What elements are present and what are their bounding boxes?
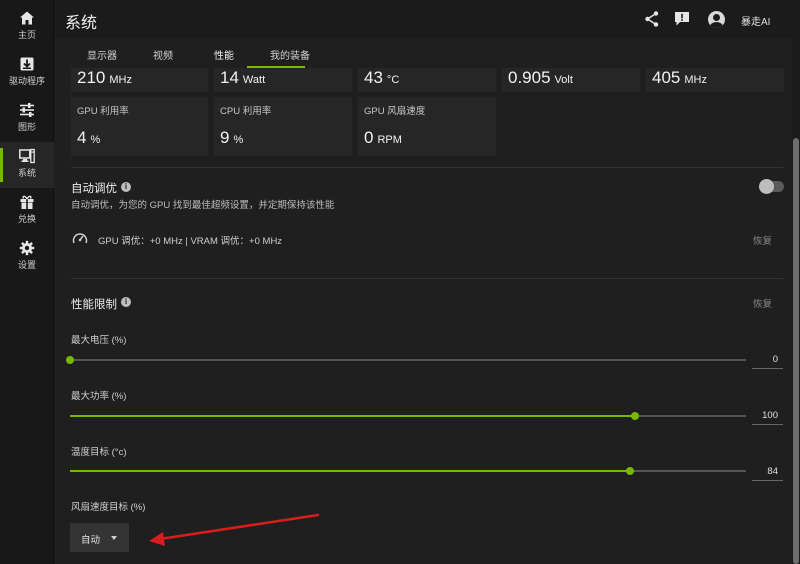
section-divider <box>71 167 783 168</box>
metric-card: 0.905 Volt <box>502 68 640 92</box>
metric-card: 43 °C <box>358 68 496 92</box>
tab-video[interactable]: 视频 <box>153 47 173 62</box>
auto-tune-title: 自动调优 <box>71 183 117 195</box>
metric-card: 14 Watt <box>214 68 352 92</box>
slider-thumb[interactable] <box>66 356 74 364</box>
max-voltage-slider[interactable] <box>66 356 746 364</box>
tab-performance[interactable]: 性能 <box>214 47 234 62</box>
sidebar-item-label: 主页 <box>17 30 36 40</box>
slider-thumb[interactable] <box>631 412 639 420</box>
monitor-icon <box>19 148 35 164</box>
username[interactable]: 暴走AI <box>741 13 770 28</box>
home-icon <box>20 11 34 25</box>
perf-limits-title: 性能限制 <box>71 299 117 311</box>
metric-card: 405 MHz <box>646 68 784 92</box>
perf-limits-restore-button[interactable]: 恢复 <box>753 296 772 310</box>
info-icon[interactable]: i <box>121 297 131 307</box>
tab-display[interactable]: 显示器 <box>87 47 117 62</box>
auto-tune-status: GPU 调优：+0 MHz | VRAM 调优：+0 MHz <box>98 236 283 247</box>
sidebar: 主页 驱动程序 图形 系统 兑换 设置 <box>0 0 54 564</box>
auto-tune-toggle[interactable] <box>759 179 784 194</box>
metric-card-gpu-util: GPU 利用率 4% <box>71 97 208 156</box>
download-icon <box>20 57 34 71</box>
fan-target-selected: 自动 <box>81 535 101 546</box>
metric-value: 210 MHz <box>77 68 132 87</box>
slider-fill <box>70 415 635 417</box>
sidebar-item-label: 图形 <box>17 122 36 132</box>
speedometer-icon <box>72 233 88 244</box>
metric-label: GPU 利用率 <box>77 106 129 117</box>
metric-card-gpu-fan: GPU 风扇速度 0 RPM <box>358 97 496 156</box>
avatar[interactable] <box>708 11 725 28</box>
max-power-value[interactable]: 100 <box>752 410 783 425</box>
metric-value: 0 RPM <box>364 128 402 147</box>
metric-card-cpu-util: CPU 利用率 9% <box>214 97 352 156</box>
auto-tune-description: 自动调优，为您的 GPU 找到最佳超频设置，并定期保持该性能 <box>71 200 335 211</box>
temp-target-label: 温度目标 (°c) <box>71 447 127 458</box>
gear-icon <box>19 240 35 256</box>
app-window: 主页 驱动程序 图形 系统 兑换 设置 系统 暴走AI 显示器 视频 性能 我的… <box>0 0 800 564</box>
tab-my-rig[interactable]: 我的装备 <box>270 47 310 62</box>
max-power-label: 最大功率 (%) <box>71 391 127 402</box>
metric-label: GPU 风扇速度 <box>364 106 426 117</box>
sidebar-item-graphics[interactable]: 图形 <box>0 96 54 142</box>
auto-tune-restore-button[interactable]: 恢复 <box>753 233 772 247</box>
fan-target-label: 风扇速度目标 (%) <box>71 502 146 513</box>
slider-thumb[interactable] <box>626 467 634 475</box>
sliders-icon <box>20 103 34 117</box>
gift-icon <box>20 195 34 209</box>
metric-value: 9% <box>220 128 244 147</box>
sidebar-item-home[interactable]: 主页 <box>0 4 54 50</box>
sidebar-item-label: 驱动程序 <box>8 76 45 86</box>
max-power-slider[interactable] <box>70 412 746 420</box>
scrollbar[interactable] <box>792 38 800 564</box>
toggle-knob <box>759 179 774 194</box>
sidebar-item-drivers[interactable]: 驱动程序 <box>0 50 54 96</box>
chevron-down-icon <box>111 536 117 540</box>
max-voltage-value[interactable]: 0 <box>752 354 783 369</box>
sidebar-item-label: 兑换 <box>17 214 36 224</box>
metric-value: 14 Watt <box>220 68 266 87</box>
sidebar-item-redeem[interactable]: 兑换 <box>0 188 54 234</box>
sidebar-item-settings[interactable]: 设置 <box>0 234 54 280</box>
header: 系统 暴走AI <box>54 0 800 38</box>
metric-value: 4% <box>77 128 101 147</box>
share-icon[interactable] <box>643 10 661 28</box>
sidebar-item-label: 系统 <box>17 168 36 178</box>
page-title: 系统 <box>65 15 98 32</box>
metric-value: 0.905 Volt <box>508 68 573 87</box>
temp-target-value[interactable]: 84 <box>752 466 783 481</box>
tab-bar: 显示器 视频 性能 我的装备 <box>54 38 792 68</box>
metric-value: 43 °C <box>364 68 400 87</box>
metric-card: 210 MHz <box>71 68 208 92</box>
scrollbar-thumb[interactable] <box>793 138 799 564</box>
max-voltage-label: 最大电压 (%) <box>71 335 127 346</box>
metric-label: CPU 利用率 <box>220 106 272 117</box>
feedback-icon[interactable] <box>673 10 691 28</box>
info-icon[interactable]: i <box>121 182 131 192</box>
slider-fill <box>70 470 630 472</box>
sidebar-item-label: 设置 <box>17 260 36 270</box>
metric-value: 405 MHz <box>652 68 707 87</box>
sidebar-item-system[interactable]: 系统 <box>0 142 54 188</box>
section-divider <box>71 278 783 279</box>
temp-target-slider[interactable] <box>70 467 746 475</box>
fan-target-dropdown[interactable]: 自动 <box>70 523 129 552</box>
